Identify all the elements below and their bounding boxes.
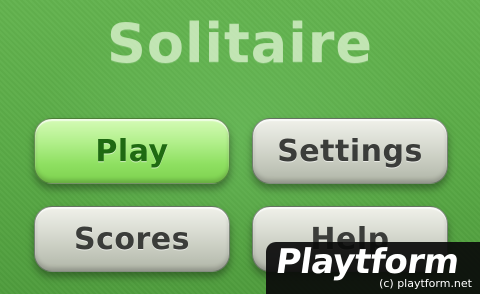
game-menu-screen: Solitaire Play Settings Scores Help Play… <box>0 0 480 294</box>
scores-button-label: Scores <box>74 221 190 257</box>
settings-button-label: Settings <box>277 133 423 169</box>
play-button-label: Play <box>95 133 169 169</box>
watermark-logo-text: Playtform <box>273 242 462 282</box>
watermark-logo: Playtform (c) playtform.net <box>266 242 480 294</box>
scores-button[interactable]: Scores <box>34 206 230 272</box>
settings-button[interactable]: Settings <box>252 118 448 184</box>
play-button[interactable]: Play <box>34 118 230 184</box>
watermark-url: (c) playtform.net <box>379 277 472 290</box>
game-title: Solitaire <box>106 12 374 75</box>
